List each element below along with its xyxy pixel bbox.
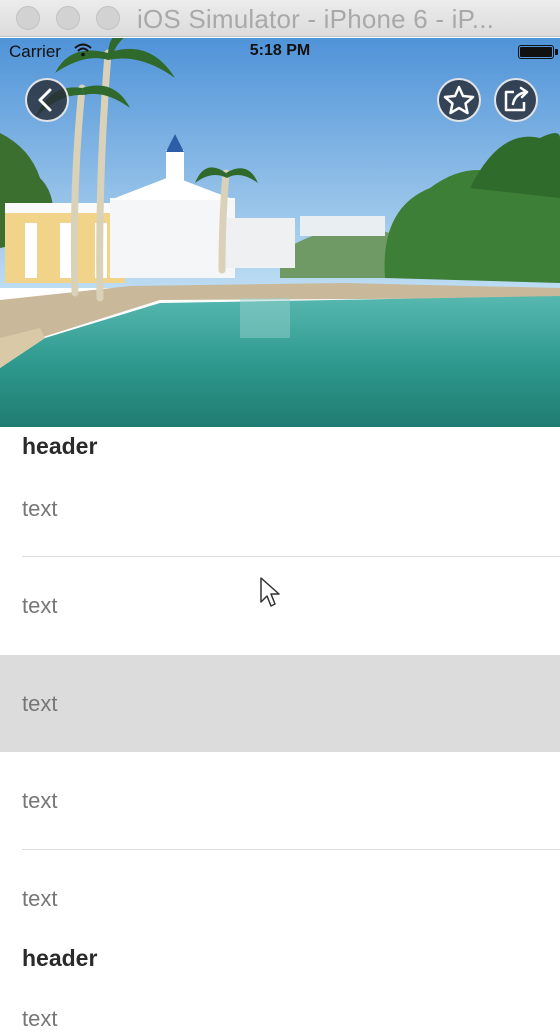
battery-icon [518,45,558,59]
favorite-button[interactable] [437,78,481,122]
mouse-pointer-icon [260,577,280,607]
back-button[interactable] [25,78,69,122]
window-zoom-button[interactable] [96,6,120,30]
table-row[interactable]: text [0,983,560,1036]
status-bar: Carrier 5:18 PM [0,38,560,66]
share-icon [504,86,529,112]
battery-fill [520,47,552,57]
table-row[interactable]: text [0,467,560,557]
window-close-button[interactable] [16,6,40,30]
window-title: iOS Simulator - iPhone 6 - iP... [137,4,495,34]
table-row-selected[interactable]: text [0,654,560,752]
simulator-title-bar: iOS Simulator - iPhone 6 - iP... [0,0,560,37]
star-icon [443,85,475,115]
row-text: text [22,885,58,911]
status-time: 5:18 PM [249,42,311,59]
table-row[interactable]: text [0,849,560,938]
chevron-left-icon [38,88,52,112]
row-text: text [22,1005,58,1031]
section-header: header [22,944,98,971]
row-text: text [22,496,58,521]
row-text: text [22,788,58,813]
row-text: text [22,593,58,618]
device-screen: Carrier 5:18 PM header text text text te… [0,38,560,1036]
share-button[interactable] [494,78,538,122]
row-text: text [22,690,58,716]
table-row[interactable]: text [0,752,560,850]
section-header: header [22,433,98,459]
table-view[interactable]: header text text text text text header t… [0,427,560,1036]
window-minimize-button[interactable] [56,6,80,30]
